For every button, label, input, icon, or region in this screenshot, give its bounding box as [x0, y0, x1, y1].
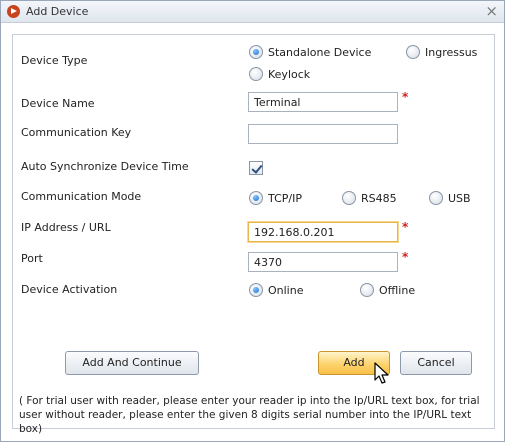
cancel-button[interactable]: Cancel — [400, 351, 472, 375]
radio-usb[interactable]: USB — [429, 191, 471, 205]
trial-user-note: ( For trial user with reader, please ent… — [19, 395, 480, 435]
add-device-dialog: Add Device × Device Type Standalone Devi… — [0, 0, 505, 442]
device-activation-label: Device Activation — [21, 283, 118, 296]
radio-selected-icon — [249, 283, 263, 297]
radio-label: RS485 — [361, 191, 397, 205]
radio-label: TCP/IP — [268, 191, 302, 205]
ip-address-label: IP Address / URL — [21, 221, 111, 234]
mouse-pointer-icon — [374, 362, 389, 384]
radio-ingressus[interactable]: Ingressus — [406, 45, 477, 59]
port-label: Port — [21, 252, 43, 265]
radio-unselected-icon — [429, 191, 443, 205]
required-marker: * — [402, 90, 409, 104]
radio-label: Offline — [379, 283, 416, 297]
radio-offline[interactable]: Offline — [360, 283, 415, 297]
form-panel: Device Type Standalone Device Ingressus … — [12, 34, 495, 435]
auto-sync-checkbox[interactable] — [249, 161, 263, 175]
radio-label: Keylock — [268, 67, 311, 81]
radio-tcp-ip[interactable]: TCP/IP — [249, 191, 302, 205]
radio-online[interactable]: Online — [249, 283, 303, 297]
device-type-label: Device Type — [21, 54, 88, 67]
radio-unselected-icon — [360, 283, 374, 297]
communication-key-field[interactable] — [248, 124, 398, 144]
communication-mode-label: Communication Mode — [21, 190, 142, 203]
communication-key-label: Communication Key — [21, 126, 132, 139]
required-marker: * — [402, 220, 409, 234]
radio-unselected-icon — [342, 191, 356, 205]
add-and-continue-button[interactable]: Add And Continue — [65, 351, 199, 375]
radio-rs485[interactable]: RS485 — [342, 191, 397, 205]
radio-label: USB — [448, 191, 471, 205]
device-name-field[interactable] — [248, 92, 398, 112]
ip-address-field[interactable] — [248, 222, 398, 242]
auto-sync-label: Auto Synchronize Device Time — [21, 160, 189, 173]
radio-label: Online — [268, 283, 304, 297]
radio-standalone-device[interactable]: Standalone Device — [249, 45, 371, 59]
radio-selected-icon — [249, 45, 263, 59]
radio-unselected-icon — [249, 67, 263, 81]
radio-unselected-icon — [406, 45, 420, 59]
required-marker: * — [402, 250, 409, 264]
title-bar: Add Device × — [1, 1, 504, 23]
close-icon[interactable]: × — [485, 3, 498, 19]
radio-keylock[interactable]: Keylock — [249, 67, 310, 81]
radio-label: Ingressus — [425, 45, 478, 59]
port-field[interactable] — [248, 252, 398, 272]
window-title: Add Device — [26, 5, 89, 18]
device-name-label: Device Name — [21, 97, 95, 110]
radio-label: Standalone Device — [268, 45, 372, 59]
app-logo-icon — [7, 5, 20, 18]
radio-selected-icon — [249, 191, 263, 205]
